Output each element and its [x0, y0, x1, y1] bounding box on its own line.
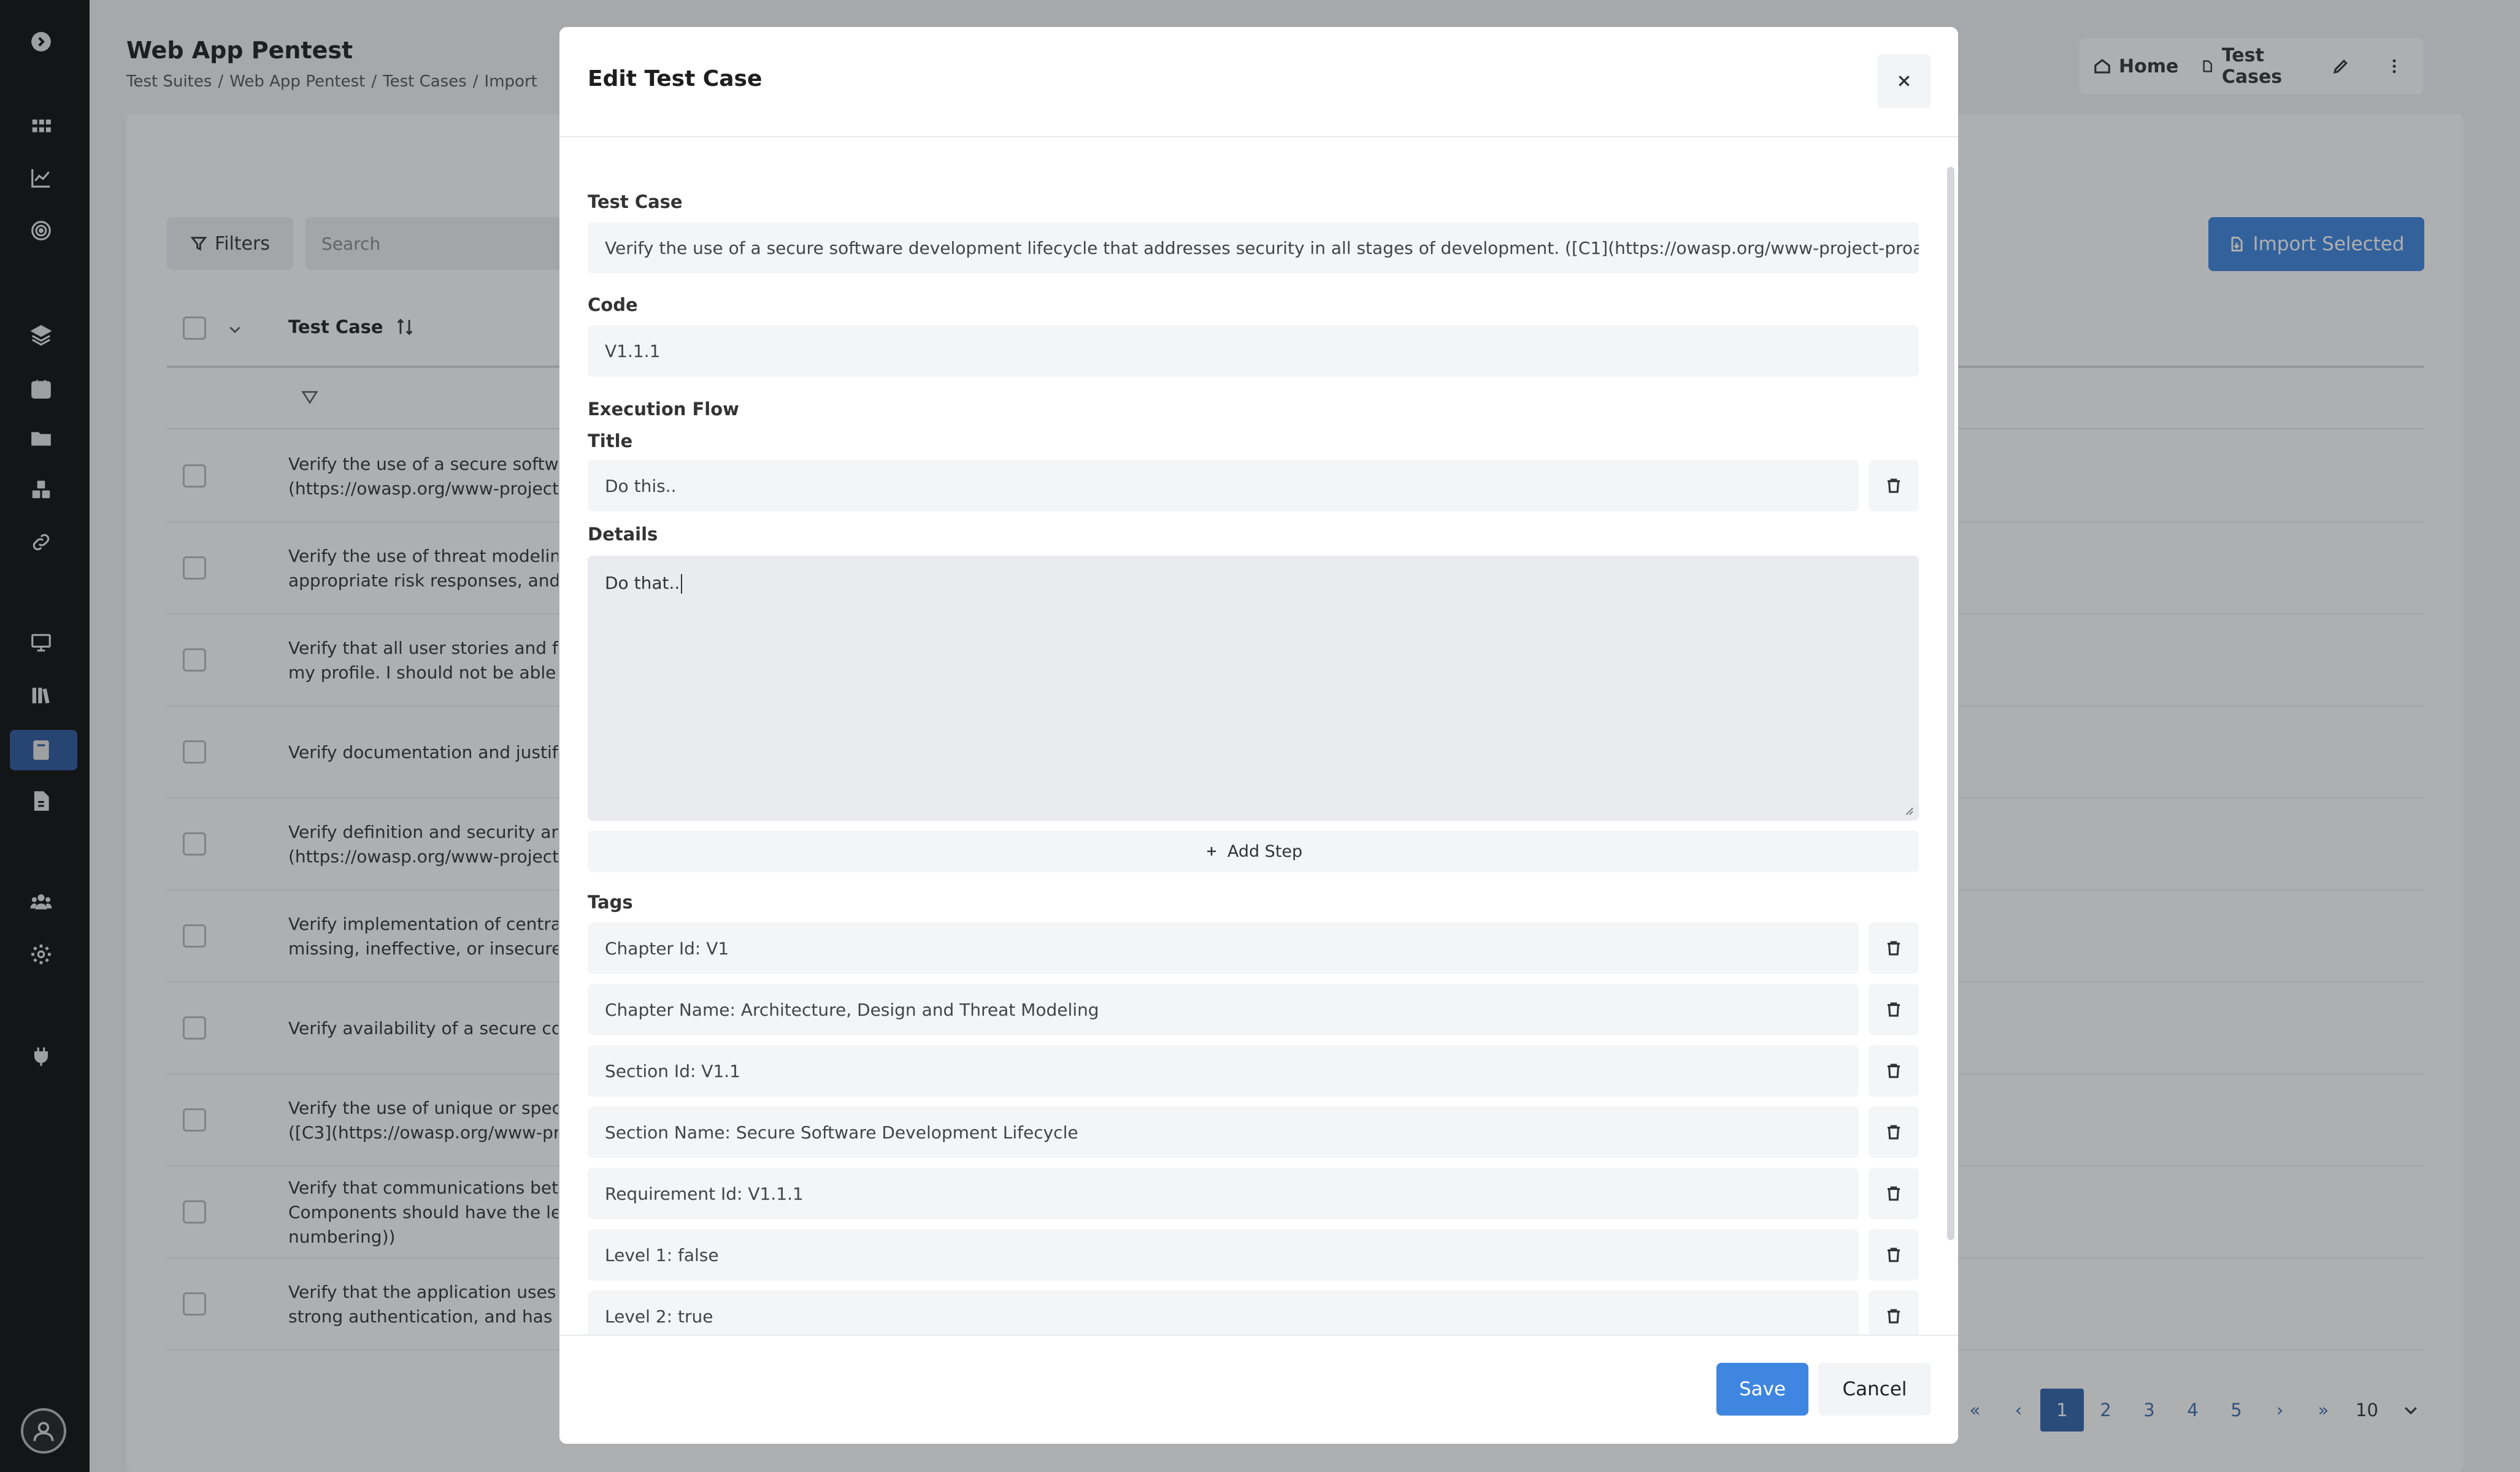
test-case-input[interactable]: Verify the use of a secure software deve…: [588, 222, 1919, 274]
code-label: Code: [588, 294, 638, 315]
delete-tag-button[interactable]: [1869, 984, 1919, 1035]
trash-icon: [1888, 1064, 1900, 1078]
test-case-label: Test Case: [588, 191, 683, 212]
step-title-input[interactable]: Do this..: [588, 460, 1859, 512]
trash-icon: [1888, 1309, 1900, 1324]
step-title-label: Title: [588, 431, 633, 451]
delete-tag-button[interactable]: [1869, 1045, 1919, 1097]
trash-icon: [1888, 478, 1900, 493]
tag-input[interactable]: Chapter Id: V1: [588, 922, 1859, 974]
save-button[interactable]: Save: [1716, 1363, 1808, 1416]
edit-test-case-modal: Edit Test Case Test Case Verify the use …: [559, 27, 1958, 1444]
text-caret: [681, 574, 683, 594]
plus-icon: [1207, 847, 1216, 856]
modal-body: Test Case Verify the use of a secure sof…: [559, 139, 1952, 1335]
add-step-button[interactable]: Add Step: [588, 830, 1919, 872]
modal-scrollbar-thumb[interactable]: [1947, 167, 1954, 1240]
add-step-label: Add Step: [1227, 841, 1303, 861]
trash-icon: [1888, 1248, 1900, 1262]
delete-tag-button[interactable]: [1869, 1290, 1919, 1335]
tag-input[interactable]: Level 1: false: [588, 1229, 1859, 1281]
close-icon: [1899, 75, 1910, 86]
step-details-text: Do that..: [605, 573, 680, 593]
modal-title: Edit Test Case: [588, 66, 763, 91]
trash-icon: [1888, 941, 1900, 956]
modal-header: [559, 27, 1958, 137]
tag-input[interactable]: Section Id: V1.1: [588, 1045, 1859, 1097]
step-details-label: Details: [588, 524, 658, 545]
trash-icon: [1888, 1186, 1900, 1201]
tags-label: Tags: [588, 892, 633, 913]
delete-tag-button[interactable]: [1869, 1106, 1919, 1158]
tag-input[interactable]: Requirement Id: V1.1.1: [588, 1168, 1859, 1219]
close-button[interactable]: [1877, 54, 1931, 108]
execution-flow-label: Execution Flow: [588, 399, 739, 420]
tag-input[interactable]: Section Name: Secure Software Developmen…: [588, 1106, 1859, 1158]
step-details-textarea[interactable]: Do that..: [588, 556, 1919, 821]
tag-input[interactable]: Level 2: true: [588, 1290, 1859, 1335]
code-input[interactable]: V1.1.1: [588, 325, 1919, 377]
delete-tag-button[interactable]: [1869, 922, 1919, 974]
cancel-button[interactable]: Cancel: [1818, 1363, 1931, 1416]
delete-tag-button[interactable]: [1869, 1229, 1919, 1281]
tag-input[interactable]: Chapter Name: Architecture, Design and T…: [588, 984, 1859, 1035]
delete-step-button[interactable]: [1869, 460, 1919, 512]
trash-icon: [1888, 1002, 1900, 1017]
resize-handle-icon[interactable]: [1903, 805, 1914, 816]
trash-icon: [1888, 1125, 1900, 1140]
delete-tag-button[interactable]: [1869, 1168, 1919, 1219]
